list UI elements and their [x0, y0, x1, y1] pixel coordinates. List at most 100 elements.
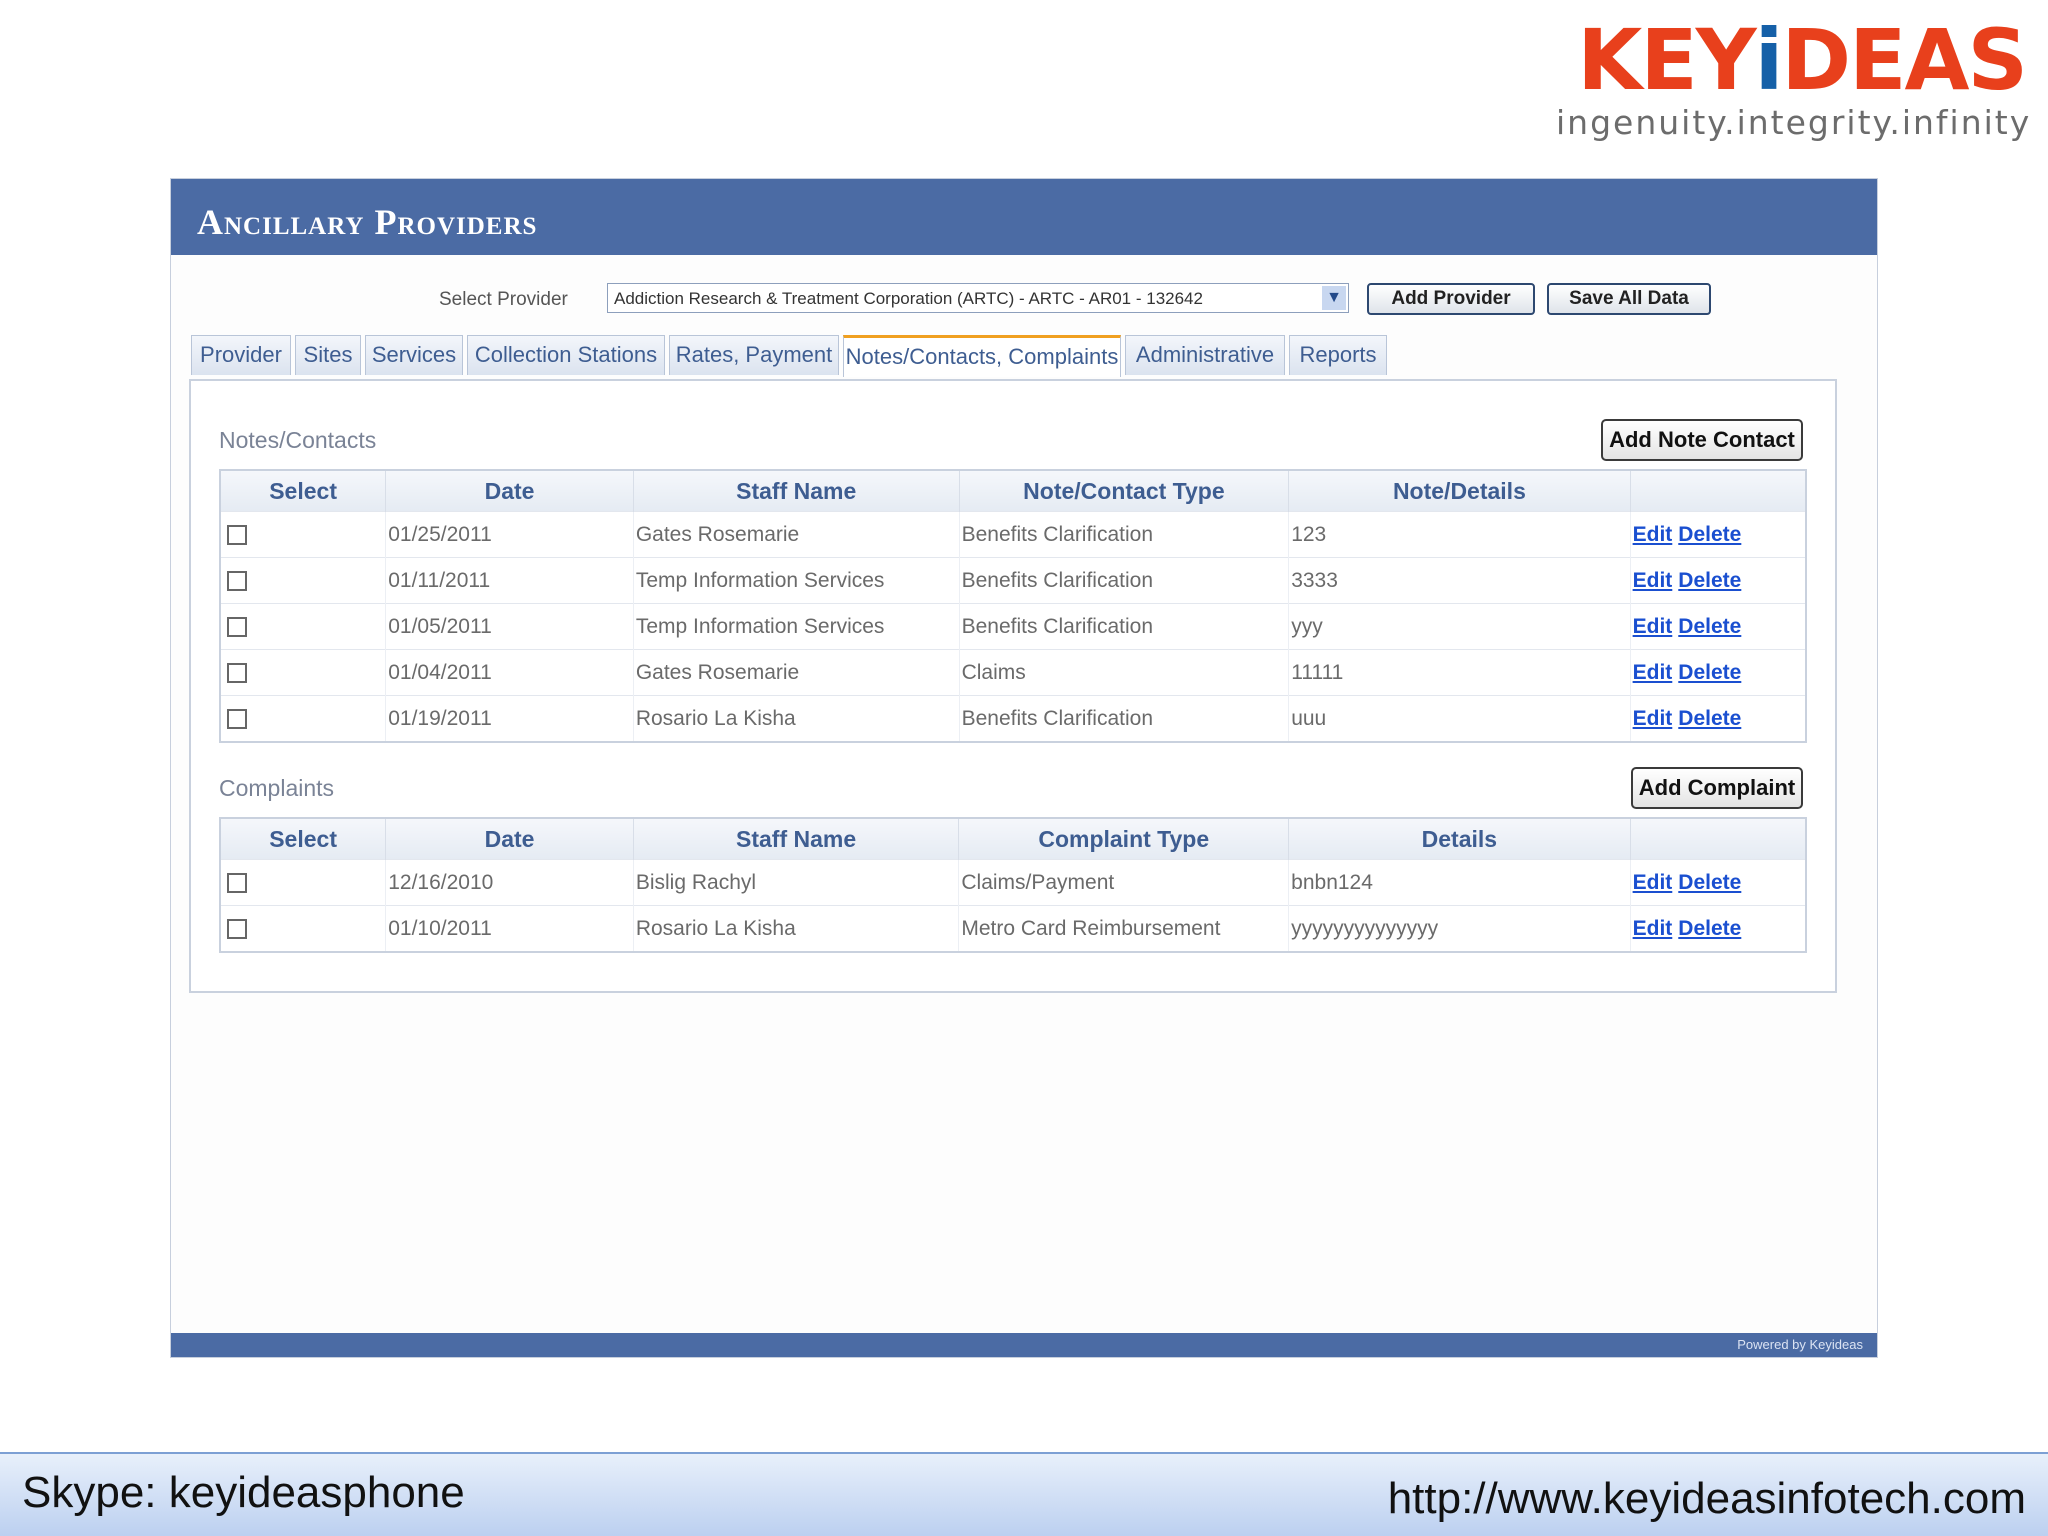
- edit-link[interactable]: Edit: [1633, 707, 1673, 730]
- type-cell: Claims: [959, 649, 1290, 696]
- notes-contacts-title: Notes/Contacts: [219, 427, 377, 453]
- chevron-down-icon[interactable]: ▼: [1322, 286, 1346, 310]
- edit-link[interactable]: Edit: [1633, 917, 1673, 940]
- staff-cell: Rosario La Kisha: [633, 695, 960, 742]
- save-all-data-button[interactable]: Save All Data: [1547, 283, 1711, 315]
- details-cell: bnbn124: [1288, 859, 1631, 906]
- row-checkbox[interactable]: [227, 524, 247, 545]
- add-provider-button[interactable]: Add Provider: [1367, 283, 1535, 315]
- details-cell: uuu: [1288, 695, 1631, 742]
- tab-collection-stations[interactable]: Collection Stations: [467, 335, 665, 375]
- keyideas-logo: KEYiDEAS ingenuity.integrity.infinity: [1556, 18, 2032, 142]
- type-cell: Benefits Clarification: [959, 695, 1290, 742]
- staff-cell: Rosario La Kisha: [633, 905, 960, 952]
- type-cell: Benefits Clarification: [959, 603, 1290, 650]
- select-cell: [220, 905, 387, 952]
- actions-cell: Edit Delete: [1630, 649, 1807, 696]
- details-cell: 123: [1288, 511, 1631, 558]
- column-header-staff-name: Staff Name: [633, 818, 960, 860]
- table-row: 01/19/2011 Rosario La Kisha Benefits Cla…: [220, 695, 1807, 742]
- skype-contact: Skype: keyideasphone: [22, 1468, 465, 1517]
- type-cell: Metro Card Reimbursement: [958, 905, 1290, 952]
- actions-cell: Edit Delete: [1630, 511, 1807, 558]
- select-cell: [220, 603, 387, 650]
- row-checkbox[interactable]: [227, 616, 247, 637]
- date-cell: 01/05/2011: [385, 603, 634, 650]
- table-row: 01/10/2011 Rosario La Kisha Metro Card R…: [220, 905, 1807, 952]
- table-header-row: Select Date Staff Name Note/Contact Type…: [220, 470, 1807, 512]
- type-cell: Claims/Payment: [958, 859, 1290, 906]
- staff-cell: Gates Rosemarie: [633, 511, 960, 558]
- tab-reports[interactable]: Reports: [1289, 335, 1387, 375]
- row-checkbox[interactable]: [227, 918, 247, 939]
- table-row: 01/25/2011 Gates Rosemarie Benefits Clar…: [220, 511, 1807, 558]
- edit-link[interactable]: Edit: [1633, 871, 1673, 894]
- complaints-title: Complaints: [219, 775, 335, 801]
- complaints-table: Select Date Staff Name Complaint Type De…: [219, 817, 1807, 953]
- details-cell: 3333: [1288, 557, 1631, 604]
- row-checkbox[interactable]: [227, 708, 247, 729]
- staff-cell: Temp Information Services: [633, 557, 960, 604]
- edit-link[interactable]: Edit: [1633, 661, 1673, 684]
- page-title: Ancillary Providers: [197, 202, 538, 242]
- table-row: 01/11/2011 Temp Information Services Ben…: [220, 557, 1807, 604]
- date-cell: 12/16/2010: [385, 859, 634, 906]
- tab-notes-contacts-complaints[interactable]: Notes/Contacts, Complaints: [843, 335, 1121, 377]
- edit-link[interactable]: Edit: [1633, 615, 1673, 638]
- provider-select[interactable]: Addiction Research & Treatment Corporati…: [607, 283, 1349, 313]
- tab-rates-payment[interactable]: Rates, Payment: [669, 335, 839, 375]
- delete-link[interactable]: Delete: [1678, 523, 1741, 546]
- column-header-note-details: Note/Details: [1288, 470, 1631, 512]
- select-cell: [220, 695, 387, 742]
- table-header-row: Select Date Staff Name Complaint Type De…: [220, 818, 1807, 860]
- select-cell: [220, 511, 387, 558]
- row-checkbox[interactable]: [227, 872, 247, 893]
- edit-link[interactable]: Edit: [1633, 569, 1673, 592]
- table-row: 01/05/2011 Temp Information Services Ben…: [220, 603, 1807, 650]
- tab-provider[interactable]: Provider: [191, 335, 291, 375]
- table-row: 12/16/2010 Bislig Rachyl Claims/Payment …: [220, 859, 1807, 906]
- column-header-staff-name: Staff Name: [633, 470, 960, 512]
- delete-link[interactable]: Delete: [1678, 917, 1741, 940]
- column-header-complaint-type: Complaint Type: [958, 818, 1290, 860]
- row-checkbox[interactable]: [227, 662, 247, 683]
- website-url[interactable]: http://www.keyideasinfotech.com: [1388, 1474, 2026, 1524]
- tab-administrative[interactable]: Administrative: [1125, 335, 1285, 375]
- actions-cell: Edit Delete: [1630, 905, 1807, 952]
- tab-panel: Notes/Contacts Add Note Contact Select D…: [189, 379, 1837, 993]
- add-note-contact-button[interactable]: Add Note Contact: [1601, 419, 1803, 461]
- select-cell: [220, 859, 387, 906]
- actions-cell: Edit Delete: [1630, 603, 1807, 650]
- staff-cell: Temp Information Services: [633, 603, 960, 650]
- logo-part-deas: DEAS: [1781, 11, 2028, 109]
- tab-sites[interactable]: Sites: [295, 335, 361, 375]
- contact-banner: Skype: keyideasphone http://www.keyideas…: [0, 1452, 2048, 1536]
- delete-link[interactable]: Delete: [1678, 871, 1741, 894]
- column-header-actions: [1630, 818, 1807, 860]
- delete-link[interactable]: Delete: [1678, 661, 1741, 684]
- logo-part-i: i: [1754, 11, 1784, 109]
- column-header-details: Details: [1288, 818, 1631, 860]
- edit-link[interactable]: Edit: [1633, 523, 1673, 546]
- actions-cell: Edit Delete: [1630, 695, 1807, 742]
- delete-link[interactable]: Delete: [1678, 615, 1741, 638]
- column-header-select: Select: [220, 470, 387, 512]
- select-cell: [220, 557, 387, 604]
- date-cell: 01/19/2011: [385, 695, 634, 742]
- logo-tagline: ingenuity.integrity.infinity: [1556, 103, 2032, 142]
- select-cell: [220, 649, 387, 696]
- add-complaint-button[interactable]: Add Complaint: [1631, 767, 1803, 809]
- column-header-select: Select: [220, 818, 387, 860]
- app-header: Ancillary Providers: [171, 179, 1877, 255]
- provider-select-value: Addiction Research & Treatment Corporati…: [614, 289, 1203, 308]
- column-header-actions: [1630, 470, 1807, 512]
- logo-wordmark: KEYiDEAS: [1556, 18, 2028, 102]
- delete-link[interactable]: Delete: [1678, 707, 1741, 730]
- row-checkbox[interactable]: [227, 570, 247, 591]
- details-cell: yyy: [1288, 603, 1631, 650]
- details-cell: yyyyyyyyyyyyyy: [1288, 905, 1631, 952]
- logo-part-key: KEY: [1577, 11, 1756, 109]
- delete-link[interactable]: Delete: [1678, 569, 1741, 592]
- date-cell: 01/10/2011: [385, 905, 634, 952]
- tab-services[interactable]: Services: [365, 335, 463, 375]
